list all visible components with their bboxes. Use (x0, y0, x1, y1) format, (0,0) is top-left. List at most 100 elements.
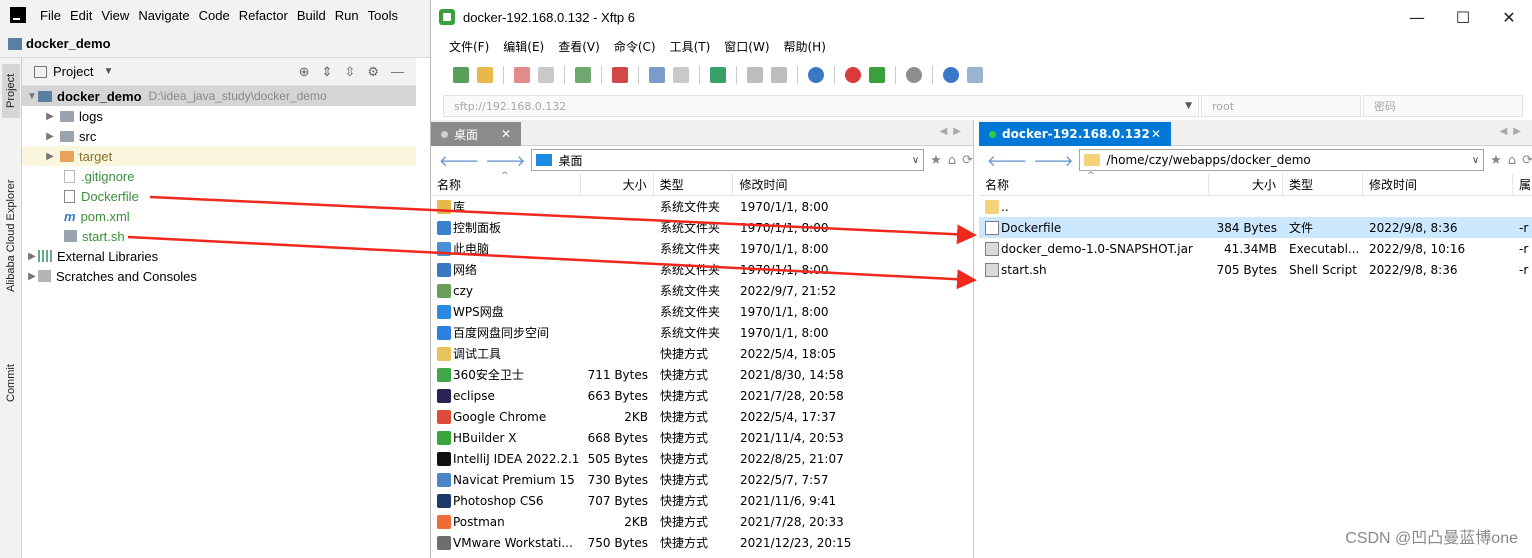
gear-icon[interactable] (906, 67, 922, 83)
tree-item-logs[interactable]: ▶ logs (22, 106, 416, 126)
gear-icon[interactable]: ⚙ (367, 64, 379, 80)
xftp-icon[interactable] (869, 67, 885, 83)
minimize-icon[interactable]: — (391, 64, 404, 80)
link-icon[interactable] (538, 67, 554, 83)
forward-arrow-icon[interactable]: 🡒 (1033, 151, 1073, 170)
x-menu-tools[interactable]: 工具(T) (670, 38, 711, 55)
x-menu-command[interactable]: 命令(C) (614, 38, 656, 55)
close-icon[interactable]: ✕ (1151, 127, 1161, 141)
remote-path-input[interactable]: /home/czy/webapps/docker_demo ∨ (1079, 149, 1485, 171)
x-menu-window[interactable]: 窗口(W) (724, 38, 769, 55)
ij-menu-run[interactable]: Run (335, 8, 359, 23)
ij-menu-refactor[interactable]: Refactor (239, 8, 288, 23)
table-row[interactable]: start.sh 705 Bytes Shell Script 2022/9/8, 8… (979, 259, 1532, 280)
password-input[interactable]: 密码 (1363, 95, 1523, 117)
table-row[interactable]: czy 系统文件夹 2022/9/7, 21:52 (431, 280, 973, 301)
chevron-down-icon[interactable]: ∨ (1472, 155, 1479, 166)
table-row[interactable]: IntelliJ IDEA 2022.2.1 505 Bytes 快捷方式 2022/… (431, 448, 973, 469)
username-input[interactable]: root (1201, 95, 1361, 117)
tab-scroll-arrows[interactable]: ◀▶ (940, 126, 967, 137)
close-icon[interactable]: ✕ (501, 127, 511, 141)
collapse-all-icon[interactable]: ⇳ (344, 64, 355, 80)
table-row[interactable]: Photoshop CS6 707 Bytes 快捷方式 2021/11/6, 9:4… (431, 490, 973, 511)
expand-all-icon[interactable]: ⇕ (322, 64, 333, 80)
side-tab-commit[interactable]: Commit (2, 348, 20, 418)
tree-item-target[interactable]: ▶ target (22, 146, 416, 166)
table-row[interactable]: Navicat Premium 15 730 Bytes 快捷方式 2022/5/7,… (431, 469, 973, 490)
forward-arrow-icon[interactable]: 🡒 (485, 151, 525, 170)
col-permissions[interactable]: 属 (1513, 174, 1532, 196)
copy-icon[interactable] (747, 67, 763, 83)
tree-item-src[interactable]: ▶ src (22, 126, 416, 146)
ij-project-name[interactable]: docker_demo (26, 36, 111, 51)
home-icon[interactable]: ⌂ (1508, 153, 1516, 168)
table-row[interactable]: 网络 系统文件夹 1970/1/1, 8:00 (431, 259, 973, 280)
ij-menu-navigate[interactable]: Navigate (138, 8, 189, 23)
x-menu-help[interactable]: 帮助(H) (784, 38, 826, 55)
help-icon[interactable] (943, 67, 959, 83)
back-arrow-icon[interactable]: 🡐 (439, 151, 479, 170)
chevron-right-icon[interactable]: ▶ (44, 111, 56, 122)
table-row[interactable]: 360安全卫士 711 Bytes 快捷方式 2021/8/30, 14:58 (431, 364, 973, 385)
table-row[interactable]: WPS网盘 系统文件夹 1970/1/1, 8:00 (431, 301, 973, 322)
refresh-icon[interactable]: ⟳ (1522, 153, 1532, 168)
table-row[interactable]: docker_demo-1.0-SNAPSHOT.jar 41.34MB Execu… (979, 238, 1532, 259)
ij-menu-file[interactable]: File (40, 8, 61, 23)
table-row[interactable]: Dockerfile 384 Bytes 文件 2022/9/8, 8:36 -r (979, 217, 1532, 238)
refresh-icon[interactable]: ⟳ (962, 153, 973, 168)
tree-item-dockerfile[interactable]: Dockerfile (22, 186, 416, 206)
table-row[interactable]: 百度网盘同步空间 系统文件夹 1970/1/1, 8:00 (431, 322, 973, 343)
sync-icon[interactable] (710, 67, 726, 83)
media-icon[interactable] (612, 67, 628, 83)
table-row[interactable]: Google Chrome 2KB 快捷方式 2022/5/4, 17:37 (431, 406, 973, 427)
local-path-input[interactable]: 桌面 ∨ (531, 149, 925, 171)
tree-root[interactable]: ▼ docker_demo D:\idea_java_study\docker_… (22, 86, 416, 106)
disconnect-icon[interactable] (514, 67, 530, 83)
new-session-icon[interactable] (453, 67, 469, 83)
table-row[interactable]: .. (979, 196, 1532, 217)
table-row[interactable]: VMware Workstati... 750 Bytes 快捷方式 2021/12/… (431, 532, 973, 553)
star-icon[interactable]: ★ (930, 153, 942, 168)
tree-item-pom[interactable]: m pom.xml (22, 206, 416, 226)
chevron-down-icon[interactable]: ▼ (26, 91, 38, 102)
maximize-icon[interactable]: ☐ (1440, 8, 1486, 27)
minimize-icon[interactable]: — (1394, 8, 1440, 27)
ij-menu-view[interactable]: View (101, 8, 129, 23)
chevron-right-icon[interactable]: ▶ (26, 271, 38, 282)
chevron-down-icon[interactable]: ∨ (912, 155, 919, 166)
host-input[interactable]: sftp://192.168.0.132 ▼ (443, 95, 1199, 117)
col-modified[interactable]: 修改时间 (733, 174, 973, 196)
download-icon[interactable] (673, 67, 689, 83)
ij-menu-code[interactable]: Code (199, 8, 230, 23)
toolwindow-title[interactable]: Project (53, 64, 93, 79)
tree-item-start-sh[interactable]: start.sh (22, 226, 416, 246)
table-row[interactable]: 库 系统文件夹 1970/1/1, 8:00 (431, 196, 973, 217)
col-size[interactable]: 大小 (581, 173, 654, 196)
ij-menu-build[interactable]: Build (297, 8, 326, 23)
x-menu-edit[interactable]: 编辑(E) (503, 38, 544, 55)
table-row[interactable]: HBuilder X 668 Bytes 快捷方式 2021/11/4, 20:53 (431, 427, 973, 448)
ij-menu-edit[interactable]: Edit (70, 8, 92, 23)
xshell-icon[interactable] (845, 67, 861, 83)
table-row[interactable]: Postman 2KB 快捷方式 2021/7/28, 20:33 (431, 511, 973, 532)
table-row[interactable]: 调试工具 快捷方式 2022/5/4, 18:05 (431, 343, 973, 364)
table-row[interactable]: 此电脑 系统文件夹 1970/1/1, 8:00 (431, 238, 973, 259)
paste-icon[interactable] (771, 67, 787, 83)
col-modified[interactable]: 修改时间 (1363, 173, 1513, 196)
globe-icon[interactable] (808, 67, 824, 83)
close-icon[interactable]: ✕ (1486, 8, 1532, 27)
x-menu-file[interactable]: 文件(F) (449, 38, 489, 55)
tab-remote-session[interactable]: docker-192.168.0.132 ✕ (979, 122, 1171, 146)
home-icon[interactable]: ⌂ (948, 153, 956, 168)
back-arrow-icon[interactable]: 🡐 (987, 151, 1027, 170)
side-tab-project[interactable]: Project (2, 64, 20, 118)
refresh-icon[interactable] (575, 67, 591, 83)
tab-desktop[interactable]: 桌面 ✕ (431, 122, 521, 146)
chat-icon[interactable] (967, 67, 983, 83)
ij-menu-tools[interactable]: Tools (368, 8, 398, 23)
tab-scroll-arrows[interactable]: ◀▶ (1500, 126, 1527, 137)
tree-item-external-libraries[interactable]: ▶ External Libraries (22, 246, 416, 266)
chevron-down-icon[interactable]: ▼ (1185, 101, 1192, 111)
open-folder-icon[interactable] (477, 67, 493, 83)
table-row[interactable]: 控制面板 系统文件夹 1970/1/1, 8:00 (431, 217, 973, 238)
